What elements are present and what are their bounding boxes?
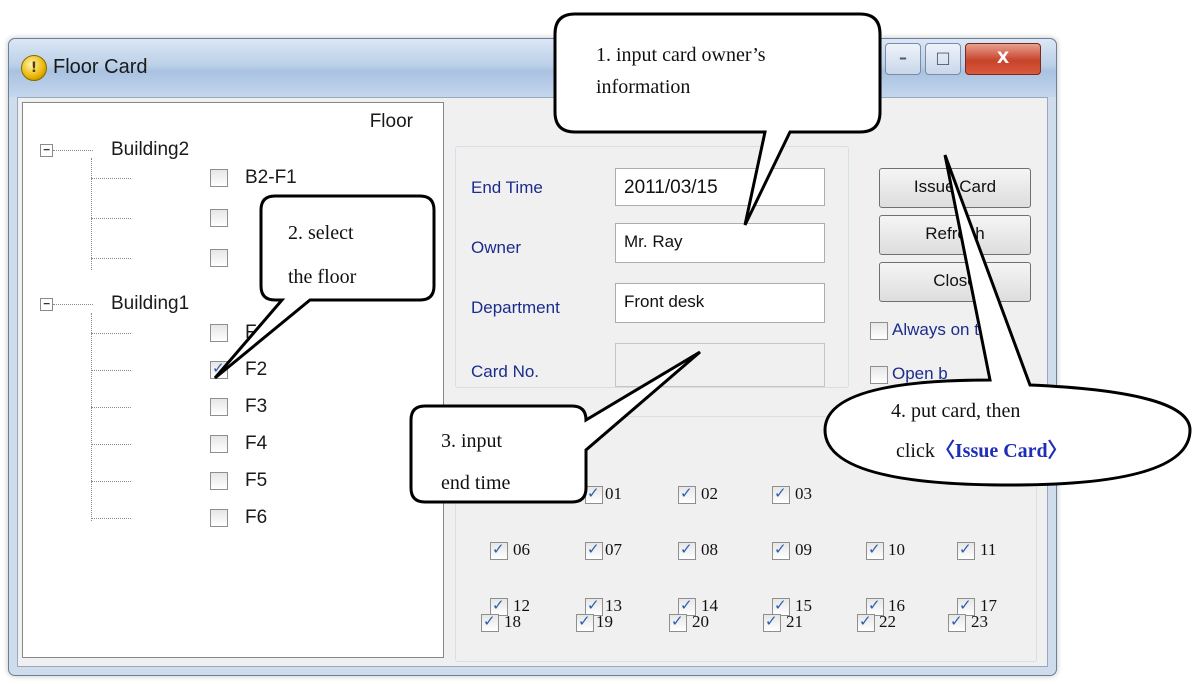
callout-4-bold: 〈Issue Card〉 [934,440,1068,462]
callout-layer [213,12,1192,504]
callout-3-line1: 3. input [441,430,503,452]
callout-1-line1: 1. input card owner’s [596,44,766,66]
callout-2-line2: the floor [288,266,357,288]
callout-2-line1: 2. select [288,222,354,244]
callout-3-line2: end time [441,472,511,494]
callout-4-line2: click〈Issue Card〉 [896,436,1068,466]
callout-4-prefix: click [896,440,935,462]
callout-1-line2: information [596,76,691,98]
callout-4-line1: 4. put card, then [891,400,1021,422]
